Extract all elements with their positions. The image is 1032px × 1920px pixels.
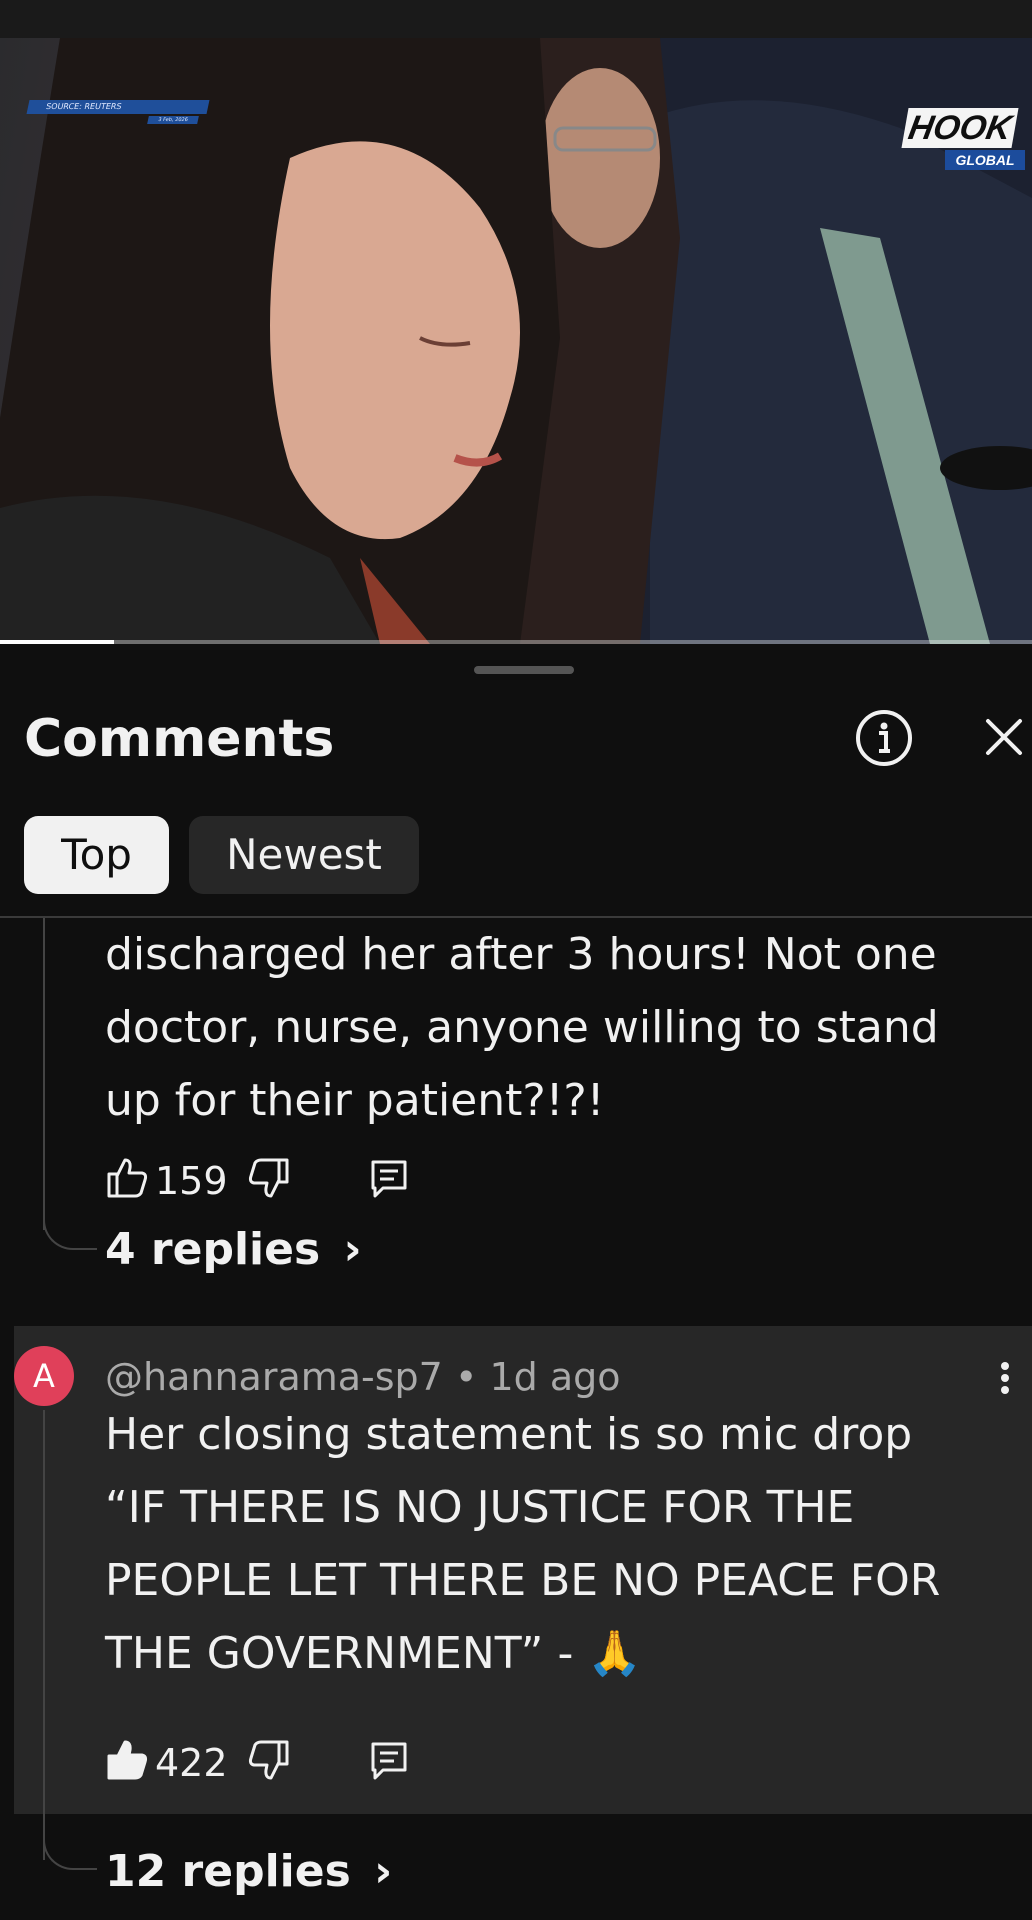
like-count: 422 bbox=[155, 1741, 228, 1785]
chevron-right-icon: › bbox=[343, 1224, 362, 1275]
like-count: 159 bbox=[155, 1159, 228, 1203]
close-icon bbox=[986, 719, 1022, 755]
comment-body: discharged her after 3 hours! Not one do… bbox=[105, 918, 1005, 1137]
status-bar bbox=[0, 0, 1032, 38]
comment-meta: @hannarama-sp7 • 1d ago bbox=[105, 1352, 621, 1402]
like-icon-filled[interactable] bbox=[105, 1738, 149, 1782]
comment-line: up for their patient?!?! bbox=[105, 1075, 605, 1126]
watermark-sub: GLOBAL bbox=[945, 150, 1025, 170]
comment-line: Her closing statement is so mic drop bbox=[105, 1409, 913, 1460]
comment-time: 1d ago bbox=[489, 1355, 621, 1399]
comment-author[interactable]: @hannarama-sp7 bbox=[105, 1355, 443, 1399]
tab-newest[interactable]: Newest bbox=[189, 816, 419, 894]
comment-actions: 159 bbox=[105, 1156, 407, 1206]
more-options-button[interactable] bbox=[990, 1352, 1020, 1402]
thread-curve bbox=[43, 1828, 97, 1870]
comment-line: discharged her after 3 hours! Not one bbox=[105, 929, 937, 980]
comment-line: “IF THERE IS NO JUSTICE FOR THE bbox=[105, 1482, 855, 1533]
replies-button[interactable]: 4 replies › bbox=[105, 1222, 362, 1278]
like-icon[interactable] bbox=[105, 1156, 149, 1200]
dislike-icon[interactable] bbox=[247, 1738, 291, 1782]
replies-label: 12 replies bbox=[105, 1846, 351, 1897]
watermark-word: HOOK bbox=[901, 108, 1019, 148]
source-date: 3 Feb, 2026 bbox=[147, 116, 199, 124]
info-icon bbox=[856, 710, 912, 766]
sheet-title: Comments bbox=[24, 709, 335, 769]
comments-list[interactable]: discharged her after 3 hours! Not one do… bbox=[0, 918, 1032, 1920]
avatar[interactable]: A bbox=[14, 1346, 74, 1406]
replies-label: 4 replies bbox=[105, 1224, 321, 1275]
comment-line: doctor, nurse, anyone willing to stand bbox=[105, 1002, 939, 1053]
thread-curve bbox=[43, 1208, 97, 1250]
comment-body: Her closing statement is so mic drop “IF… bbox=[105, 1398, 1005, 1690]
avatar-letter: A bbox=[33, 1357, 55, 1395]
replies-button[interactable]: 12 replies › bbox=[105, 1844, 392, 1900]
tab-top[interactable]: Top bbox=[24, 816, 169, 894]
reply-icon[interactable] bbox=[367, 1738, 411, 1782]
channel-watermark: HOOK GLOBAL bbox=[901, 108, 1025, 178]
comments-sheet: Comments Top Newest discharged her after… bbox=[0, 644, 1032, 1920]
chevron-right-icon: › bbox=[374, 1846, 393, 1897]
more-vert-icon bbox=[1001, 1362, 1009, 1394]
reply-icon[interactable] bbox=[367, 1156, 411, 1200]
video-frame bbox=[0, 38, 1032, 644]
meta-separator: • bbox=[454, 1355, 478, 1399]
thread-line bbox=[43, 1410, 45, 1860]
thread-line bbox=[43, 918, 45, 1230]
info-button[interactable] bbox=[855, 709, 913, 767]
comment-line: THE GOVERNMENT” - 🙏 bbox=[105, 1628, 643, 1679]
close-button[interactable] bbox=[978, 711, 1030, 763]
source-tag: SOURCE: REUTERS bbox=[26, 100, 210, 114]
dislike-icon[interactable] bbox=[247, 1156, 291, 1200]
comment-actions: 422 bbox=[105, 1738, 407, 1788]
video-player[interactable]: SOURCE: REUTERS 3 Feb, 2026 HOOK GLOBAL bbox=[0, 38, 1032, 644]
comment-line: PEOPLE LET THERE BE NO PEACE FOR bbox=[105, 1555, 941, 1606]
drag-handle[interactable] bbox=[474, 666, 574, 674]
